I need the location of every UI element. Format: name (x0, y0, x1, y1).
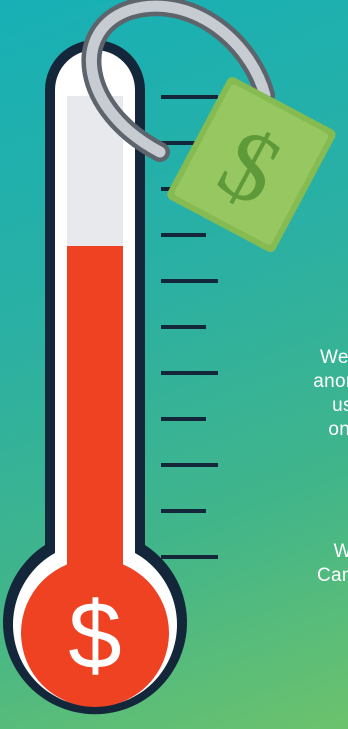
cta-line: We (333, 541, 348, 562)
padlock-body: $ (167, 77, 336, 253)
fundraising-thermometer-graphic: $ $ We ha anonym us t on A We Can yo (0, 0, 348, 729)
message-text: We ha anonym us t on A (218, 346, 348, 442)
call-to-action-text: We Can yo (218, 540, 348, 588)
message-line: us t (332, 395, 348, 416)
message-line: We ha (319, 347, 348, 368)
message-line: on A (328, 419, 348, 440)
message-line: anonym (313, 371, 348, 392)
cta-line: Can yo (316, 565, 348, 586)
